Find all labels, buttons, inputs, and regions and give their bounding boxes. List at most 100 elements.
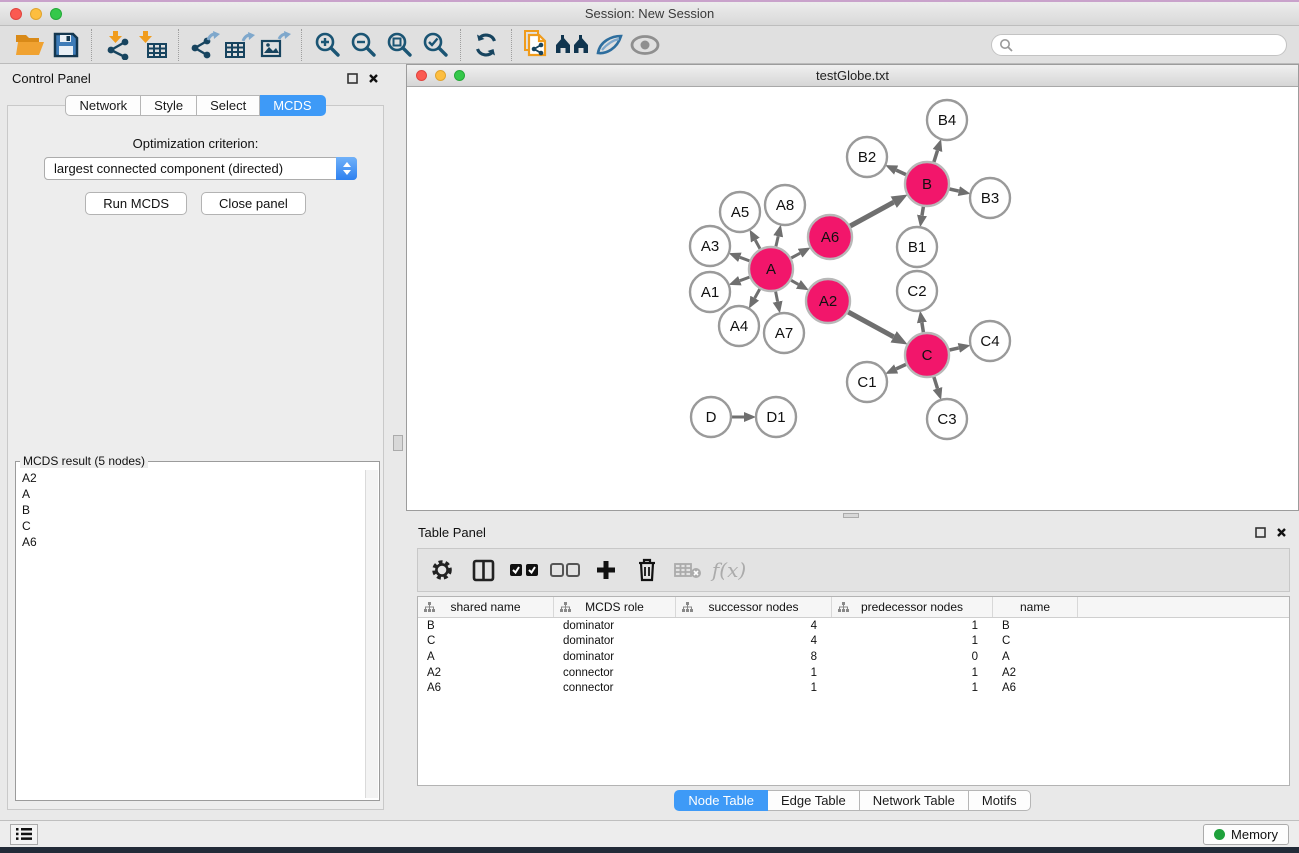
result-scrollbar[interactable] [365, 470, 378, 798]
network-zoom-icon[interactable] [454, 70, 465, 81]
tab-motifs[interactable]: Motifs [969, 790, 1031, 811]
graph-edge-C-C2[interactable] [922, 323, 924, 333]
graph-edge-A-A1[interactable] [740, 277, 750, 281]
graph-edge-A-A3[interactable] [740, 257, 750, 261]
graph-edge-A-A4[interactable] [755, 289, 760, 298]
search-input[interactable] [1013, 38, 1279, 52]
open-session-button[interactable] [12, 29, 48, 61]
table-cell: 4 [676, 620, 832, 632]
mcds-result-list[interactable]: A2ABCA6 [18, 470, 363, 798]
table-row[interactable]: Cdominator41C [418, 634, 1289, 650]
table-cell: A6 [418, 682, 554, 694]
export-image-button[interactable] [258, 29, 294, 61]
delete-table-button[interactable] [672, 552, 704, 588]
search-box[interactable] [991, 34, 1287, 56]
style-preview-button[interactable] [591, 29, 627, 61]
tab-network-table[interactable]: Network Table [860, 790, 969, 811]
graph-node-label: A2 [819, 293, 837, 310]
zoom-fit-button[interactable] [381, 29, 417, 61]
close-panel-icon[interactable] [368, 73, 379, 84]
graph-node-label: A8 [776, 197, 794, 214]
table-row[interactable]: A6connector11A6 [418, 680, 1289, 696]
graph-edge-A-A7[interactable] [776, 292, 778, 302]
console-button[interactable] [10, 824, 38, 845]
function-builder-button[interactable]: f(x) [713, 552, 745, 588]
graph-edge-B-B1[interactable] [922, 207, 923, 216]
zoom-out-button[interactable] [345, 29, 381, 61]
deselect-all-button[interactable] [549, 552, 581, 588]
split-view-button[interactable] [467, 552, 499, 588]
splitter-handle[interactable] [843, 513, 859, 518]
add-column-button[interactable] [590, 552, 622, 588]
table-row[interactable]: A2connector11A2 [418, 665, 1289, 681]
combo-stepper-icon [336, 157, 357, 180]
tab-network[interactable]: Network [65, 95, 141, 116]
graph-edge-A-A6[interactable] [791, 253, 800, 258]
tab-style[interactable]: Style [141, 95, 197, 116]
mcds-result-item[interactable]: A6 [18, 534, 363, 550]
vertical-splitter[interactable] [391, 64, 406, 820]
zoom-in-button[interactable] [309, 29, 345, 61]
close-panel-icon[interactable] [1276, 527, 1287, 538]
graph-edge-A-A5[interactable] [755, 240, 760, 249]
graph-edge-A-A8[interactable] [776, 236, 778, 246]
graph-edge-A6-B[interactable] [850, 202, 894, 226]
graph-node-label: C2 [907, 283, 926, 300]
tab-edge-table[interactable]: Edge Table [768, 790, 860, 811]
zoom-window-icon[interactable] [50, 8, 62, 20]
memory-button[interactable]: Memory [1203, 824, 1289, 845]
tab-node-table[interactable]: Node Table [674, 790, 768, 811]
graph-edge-C-C4[interactable] [950, 348, 959, 350]
table-row[interactable]: Adominator80A [418, 649, 1289, 665]
network-canvas[interactable]: B4B2BB3A8A5A6A3B1AC2A1A2A4A7C4CC1DD1C3 [407, 87, 1298, 510]
save-session-button[interactable] [48, 29, 84, 61]
horizontal-splitter[interactable] [406, 511, 1299, 520]
graph-edge-B-B3[interactable] [950, 189, 959, 191]
column-header-MCDS-role[interactable]: MCDS role [554, 597, 676, 617]
new-network-from-selection-button[interactable] [519, 29, 555, 61]
tab-select[interactable]: Select [197, 95, 260, 116]
float-panel-icon[interactable] [347, 73, 358, 84]
network-minimize-icon[interactable] [435, 70, 446, 81]
mcds-result-item[interactable]: B [18, 502, 363, 518]
column-header-shared-name[interactable]: shared name [418, 597, 554, 617]
import-table-button[interactable] [135, 29, 171, 61]
table-cell: dominator [554, 635, 676, 647]
mcds-result-item[interactable]: A2 [18, 470, 363, 486]
graph-edge-C-C3[interactable] [934, 377, 938, 389]
select-all-button[interactable] [508, 552, 540, 588]
mcds-result-item[interactable]: A [18, 486, 363, 502]
refresh-icon [473, 32, 499, 58]
close-window-icon[interactable] [10, 8, 22, 20]
export-table-button[interactable] [222, 29, 258, 61]
control-panel: Control Panel NetworkStyleSelectMCDS Opt… [0, 64, 391, 820]
criterion-select[interactable]: largest connected component (directed) [44, 157, 357, 180]
network-close-icon[interactable] [416, 70, 427, 81]
delete-column-button[interactable] [631, 552, 663, 588]
table-row[interactable]: Bdominator41B [418, 618, 1289, 634]
zoom-selected-button[interactable] [417, 29, 453, 61]
graph-edge-C-C1[interactable] [896, 364, 906, 369]
minimize-window-icon[interactable] [30, 8, 42, 20]
zoom-out-icon [349, 31, 377, 59]
splitter-handle[interactable] [393, 435, 403, 451]
graph-node-label: A4 [730, 318, 748, 335]
close-panel-button[interactable]: Close panel [201, 192, 306, 215]
float-panel-icon[interactable] [1255, 527, 1266, 538]
graph-edge-B-B2[interactable] [896, 170, 906, 175]
show-hide-button[interactable] [627, 29, 663, 61]
mcds-result-item[interactable]: C [18, 518, 363, 534]
home-button[interactable] [555, 29, 591, 61]
import-network-button[interactable] [99, 29, 135, 61]
export-network-button[interactable] [186, 29, 222, 61]
refresh-button[interactable] [468, 29, 504, 61]
table-settings-button[interactable] [426, 552, 458, 588]
graph-edge-A2-C[interactable] [848, 312, 893, 337]
run-mcds-button[interactable]: Run MCDS [85, 192, 187, 215]
column-header-predecessor-nodes[interactable]: predecessor nodes [832, 597, 993, 617]
graph-edge-B-B4[interactable] [934, 151, 938, 163]
column-header-name[interactable]: name [993, 597, 1078, 617]
tab-mcds[interactable]: MCDS [260, 95, 325, 116]
graph-edge-A-A2[interactable] [791, 280, 798, 284]
column-header-successor-nodes[interactable]: successor nodes [676, 597, 832, 617]
